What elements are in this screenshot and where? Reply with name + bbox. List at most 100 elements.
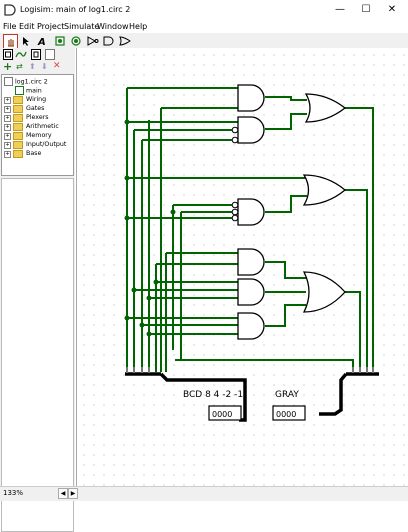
menu-window[interactable]: Window: [97, 21, 129, 33]
bcd-label: BCD 8 4 -2 -1: [183, 390, 243, 400]
close-button[interactable]: ✕: [380, 2, 404, 18]
tree-library-plexers[interactable]: + Plexers: [2, 113, 72, 122]
menu-help[interactable]: Help: [129, 21, 147, 33]
appearance-view-icon[interactable]: [45, 49, 55, 60]
and-gate-icon: [103, 36, 113, 45]
move-up-icon[interactable]: ⬆: [29, 62, 36, 71]
tree-item-main-label: main: [26, 87, 42, 95]
zoom-in-button[interactable]: ▶: [68, 488, 78, 499]
input-pin-button[interactable]: [53, 34, 66, 47]
tree-library-label: Input/Output: [26, 141, 67, 148]
folder-icon: [13, 132, 23, 140]
tree-library-label: Gates: [26, 105, 45, 112]
folder-icon: [13, 150, 23, 158]
splitter-marks: [126, 367, 374, 373]
folder-icon: [13, 114, 23, 122]
menu-bar: File Edit Project Simulate Window Help: [0, 21, 408, 33]
not-gate-button[interactable]: [86, 34, 99, 47]
menu-simulate[interactable]: Simulate: [64, 21, 99, 33]
project-toolbar: + ⇄ ⬆ ⬇ ✕: [0, 60, 75, 73]
delete-icon[interactable]: ✕: [53, 61, 61, 71]
minimize-button[interactable]: —: [328, 2, 352, 18]
move-down-icon[interactable]: ⬇: [41, 62, 48, 71]
folder-icon: [13, 141, 23, 149]
tree-library-base[interactable]: + Base: [2, 149, 72, 158]
simulation-view-icon[interactable]: [15, 49, 27, 60]
output-pin-icon: [70, 35, 81, 46]
and-gate-5: [237, 278, 265, 306]
not-gate-icon: [87, 35, 98, 46]
and-gate-2: [237, 116, 265, 144]
folder-icon: [13, 105, 23, 113]
buses: [125, 372, 379, 422]
tree-library-label: Memory: [26, 132, 52, 139]
tree-library-gates[interactable]: + Gates: [2, 104, 72, 113]
gray-pin-value: 0000: [276, 410, 296, 419]
tree-item-main[interactable]: main: [15, 86, 42, 95]
window-title: Logisim: main of log1.circ 2: [20, 5, 131, 14]
expand-icon[interactable]: +: [4, 115, 11, 122]
expand-icon[interactable]: +: [4, 151, 11, 158]
tree-library-label: Plexers: [26, 114, 49, 121]
output-pin-button[interactable]: [69, 34, 82, 47]
project-tree: log1.circ 2 main + Wiring + Gates + Plex…: [1, 74, 74, 176]
tree-root-label: log1.circ 2: [15, 78, 48, 86]
expand-icon[interactable]: +: [4, 142, 11, 149]
toolbar: A: [0, 33, 408, 49]
folder-icon: [13, 123, 23, 131]
title-bar: Logisim: main of log1.circ 2 — ☐ ✕: [0, 0, 408, 21]
or-gate-icon: [118, 35, 131, 46]
status-bar: 133% ◀ ▶: [0, 486, 408, 501]
toolbox-view-icon[interactable]: [3, 49, 13, 60]
zoom-out-button[interactable]: ◀: [58, 488, 68, 499]
expand-icon[interactable]: +: [4, 124, 11, 131]
maximize-button[interactable]: ☐: [354, 2, 378, 18]
or-gate-2: [302, 174, 347, 206]
and-gate-1: [237, 84, 265, 112]
circuit-diagram: 0000 0000 BCD 8 4 -2 -1 GRAY: [124, 84, 379, 422]
negation-bubbles: [231, 126, 239, 222]
text-tool-button[interactable]: A: [35, 34, 48, 47]
import-icon[interactable]: ⇄: [16, 62, 23, 71]
tree-library-arithmetic[interactable]: + Arithmetic: [2, 122, 72, 131]
hand-icon: [7, 38, 14, 47]
tree-library-input-output[interactable]: + Input/Output: [2, 140, 72, 149]
tree-root[interactable]: log1.circ 2: [4, 77, 48, 86]
svg-text:A: A: [37, 37, 46, 46]
or-gate-button[interactable]: [118, 34, 131, 47]
text-a-icon: A: [37, 37, 46, 46]
expand-icon[interactable]: +: [4, 106, 11, 113]
menu-project[interactable]: Project: [37, 21, 64, 33]
gray-label: GRAY: [275, 390, 299, 400]
and-gate-4: [237, 248, 265, 276]
project-file-icon: [4, 77, 13, 86]
select-tool-button[interactable]: [19, 34, 32, 47]
menu-file[interactable]: File: [3, 21, 16, 33]
or-gate-1: [304, 93, 347, 123]
circuit-canvas[interactable]: 0000 0000 BCD 8 4 -2 -1 GRAY: [76, 48, 408, 486]
add-circuit-icon[interactable]: +: [3, 60, 12, 73]
zoom-level: 133%: [3, 489, 24, 497]
attribute-table: [1, 178, 74, 532]
poke-tool-button[interactable]: [3, 34, 18, 49]
menu-edit[interactable]: Edit: [19, 21, 35, 33]
expand-icon[interactable]: +: [4, 97, 11, 104]
bcd-pin-value: 0000: [212, 410, 232, 419]
tree-library-label: Wiring: [26, 96, 47, 103]
tree-library-memory[interactable]: + Memory: [2, 131, 72, 140]
arrow-pointer-icon: [22, 36, 29, 46]
and-gate-3: [237, 198, 265, 226]
or-gates: [302, 93, 347, 313]
and-gate-6: [237, 312, 265, 340]
and-gate-button[interactable]: [102, 34, 115, 47]
tree-library-label: Base: [26, 150, 42, 157]
magnifier-circuit-icon: [15, 86, 24, 95]
layout-view-icon[interactable]: [31, 49, 41, 60]
and-gates: [237, 84, 265, 340]
tree-library-label: Arithmetic: [26, 123, 59, 130]
folder-icon: [13, 96, 23, 104]
input-pin-icon: [54, 35, 65, 46]
logisim-logo-icon: [4, 4, 16, 16]
tree-library-wiring[interactable]: + Wiring: [2, 95, 72, 104]
expand-icon[interactable]: +: [4, 133, 11, 140]
